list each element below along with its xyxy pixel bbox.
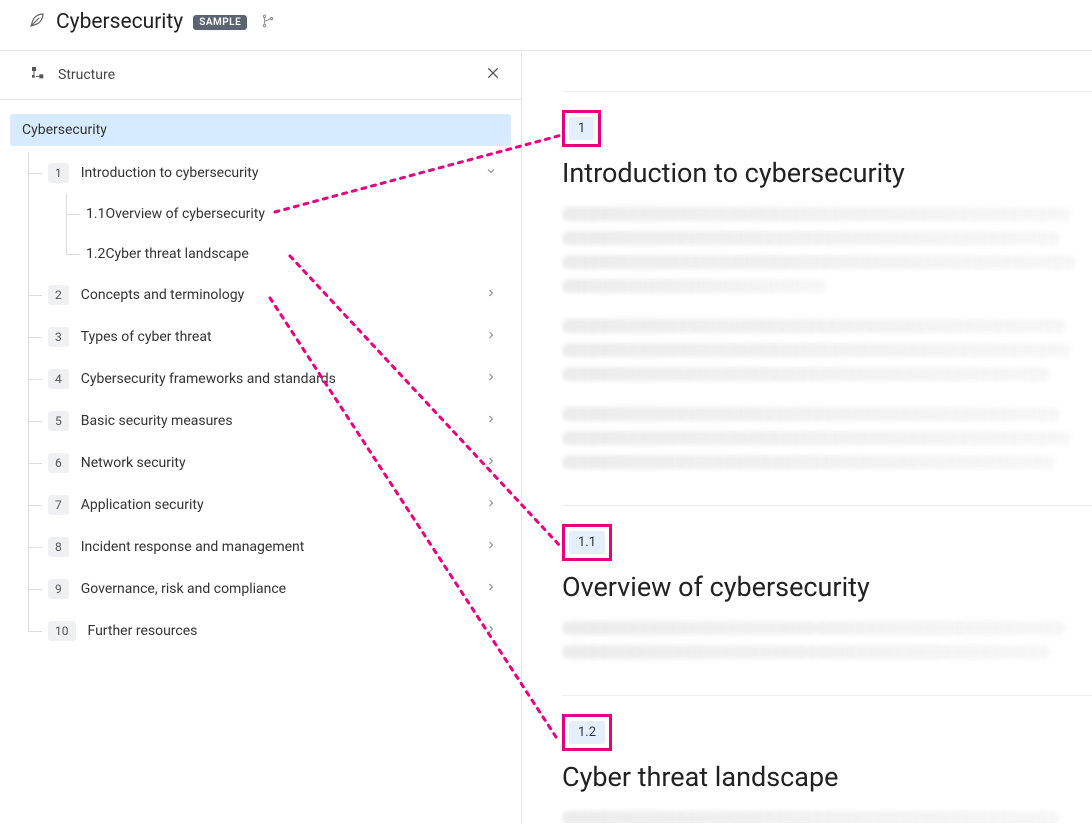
tree-item-num: 5 [48,411,69,431]
page-title: Cybersecurity [56,10,183,34]
sidebar-header: Structure [0,51,521,100]
tree-item-1[interactable]: 1 Introduction to cybersecurity [28,152,511,194]
tree-item-4[interactable]: 4 Cybersecurity frameworks and standards [28,358,511,400]
chevron-right-icon[interactable] [485,581,507,597]
tree-item-7[interactable]: 7 Application security [28,484,511,526]
chevron-right-icon[interactable] [485,539,507,555]
tree-item-label: Application security [81,497,485,513]
tree-item-label: Network security [81,455,485,471]
tree-item-num: 1 [48,163,69,183]
tree-item-6[interactable]: 6 Network security [28,442,511,484]
tree-item-num: 6 [48,453,69,473]
tree-item-3[interactable]: 3 Types of cyber threat [28,316,511,358]
tree-item-label: Incident response and management [81,539,485,555]
section-title: Cyber threat landscape [562,761,1092,793]
tree-item-label: Types of cyber threat [81,329,485,345]
tree-item-8[interactable]: 8 Incident response and management [28,526,511,568]
tree-item-num: 1.1 [86,206,105,222]
tree: Cybersecurity 1 Introduction to cybersec… [0,100,521,672]
tree-root[interactable]: Cybersecurity [10,114,511,146]
tree-item-5[interactable]: 5 Basic security measures [28,400,511,442]
section-1-1: 1.1 Overview of cybersecurity [562,524,1092,659]
tree-item-label: Cyber threat landscape [105,246,248,262]
tree-item-label: Further resources [88,623,486,639]
tree-item-label: Introduction to cybersecurity [81,165,485,181]
tree-item-label: Cybersecurity frameworks and standards [81,371,485,387]
tree-item-10[interactable]: 10 Further resources [28,610,511,652]
chevron-right-icon[interactable] [485,413,507,429]
tree-item-label: Overview of cybersecurity [105,206,265,222]
section-number: 1.1 [569,531,605,554]
tree-item-num: 7 [48,495,69,515]
tree-item-1-2[interactable]: 1.2 Cyber threat landscape [66,234,511,274]
section-number: 1.2 [569,721,605,744]
tree-item-num: 9 [48,579,69,599]
tree-item-label: Basic security measures [81,413,485,429]
feather-icon [28,11,46,33]
page-header: Cybersecurity SAMPLE [0,0,1092,50]
tree-item-num: 2 [48,285,69,305]
sidebar-title: Structure [58,67,115,83]
tree-item-num: 3 [48,327,69,347]
chevron-down-icon[interactable] [485,165,507,181]
structure-sidebar: Structure Cybersecurity 1 Introduction t… [0,51,522,823]
tree-item-num: 1.2 [86,246,105,262]
chevron-right-icon[interactable] [485,497,507,513]
annotation-highlight: 1.2 [562,714,612,751]
branch-icon[interactable] [257,13,275,32]
close-icon[interactable] [485,65,501,85]
tree-item-num: 4 [48,369,69,389]
sample-badge: SAMPLE [193,15,247,30]
document-content: 1 Introduction to cybersecurity [522,51,1092,823]
tree-item-label: Concepts and terminology [81,287,485,303]
section-number: 1 [569,117,594,140]
section-1: 1 Introduction to cybersecurity [562,110,1092,469]
chevron-right-icon[interactable] [485,623,507,639]
chevron-right-icon[interactable] [485,455,507,471]
tree-item-9[interactable]: 9 Governance, risk and compliance [28,568,511,610]
section-1-2: 1.2 Cyber threat landscape [562,714,1092,823]
chevron-right-icon[interactable] [485,329,507,345]
tree-item-num: 10 [48,621,76,641]
tree-item-num: 8 [48,537,69,557]
structure-icon [30,65,46,85]
section-title: Introduction to cybersecurity [562,157,1092,189]
tree-item-label: Governance, risk and compliance [81,581,485,597]
tree-item-2[interactable]: 2 Concepts and terminology [28,274,511,316]
chevron-right-icon[interactable] [485,287,507,303]
section-title: Overview of cybersecurity [562,571,1092,603]
annotation-highlight: 1 [562,110,601,147]
annotation-highlight: 1.1 [562,524,612,561]
tree-item-1-1[interactable]: 1.1 Overview of cybersecurity [66,194,511,234]
chevron-right-icon[interactable] [485,371,507,387]
